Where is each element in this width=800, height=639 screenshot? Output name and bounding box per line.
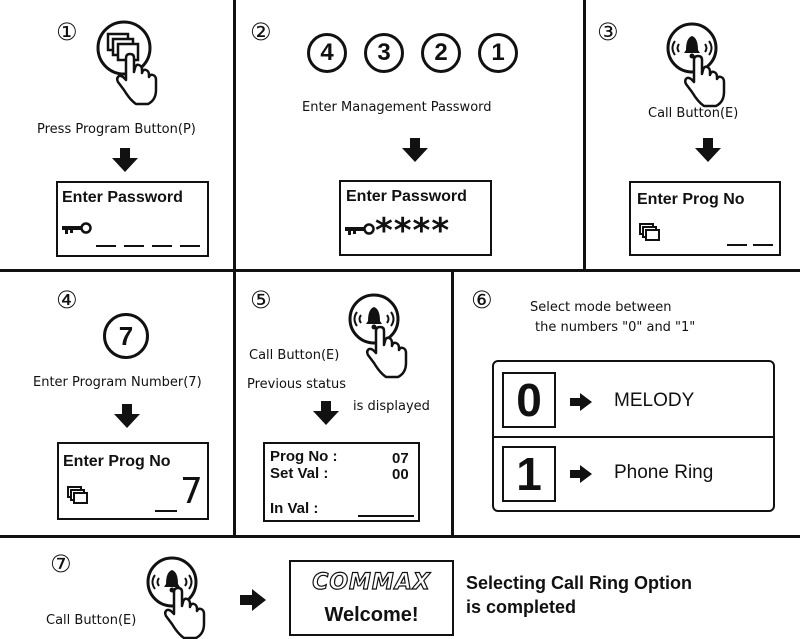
arrow-down-icon bbox=[114, 404, 140, 428]
divider bbox=[583, 0, 586, 270]
program-icon bbox=[67, 486, 88, 504]
digit-button: 2 bbox=[421, 33, 461, 73]
input-placeholder bbox=[155, 510, 177, 512]
call-button-icon bbox=[348, 293, 408, 379]
lcd-display: Enter Prog No 7 bbox=[57, 442, 209, 520]
mode-selection-panel: 0 MELODY 1 Phone Ring bbox=[492, 360, 775, 512]
arrow-right-icon bbox=[240, 589, 266, 611]
input-placeholder bbox=[727, 244, 747, 246]
lcd-display: Enter Password **** bbox=[339, 180, 492, 256]
digit-button: 4 bbox=[307, 33, 347, 73]
step-caption: Previous status bbox=[247, 377, 347, 392]
call-button-icon bbox=[666, 22, 726, 108]
divider bbox=[0, 535, 800, 538]
digit-button: 1 bbox=[478, 33, 518, 73]
step-number: ③ bbox=[597, 18, 619, 46]
mode-label: MELODY bbox=[614, 390, 695, 411]
step-caption: Enter Management Password bbox=[302, 100, 492, 115]
step-caption: is displayed bbox=[353, 399, 430, 414]
step-number: ④ bbox=[56, 286, 78, 314]
lcd-title: Enter Password bbox=[62, 189, 183, 206]
brand-logo: COMMAX bbox=[312, 569, 431, 595]
input-placeholder bbox=[180, 245, 200, 247]
step-caption: Call Button(E) bbox=[46, 613, 137, 628]
step-caption: Call Button(E) bbox=[249, 348, 340, 363]
lcd-title: Enter Prog No bbox=[63, 453, 171, 470]
program-icon bbox=[639, 223, 660, 241]
step-number: ⑤ bbox=[250, 286, 272, 314]
mode-digit-box: 0 bbox=[502, 372, 556, 428]
lcd-title: Enter Password bbox=[346, 188, 467, 205]
input-placeholder bbox=[358, 515, 414, 517]
divider bbox=[0, 269, 800, 272]
mode-label: Phone Ring bbox=[614, 462, 714, 483]
set-val-label: Set Val : bbox=[270, 465, 329, 482]
step-caption: Select mode between bbox=[530, 300, 672, 315]
in-val-label: In Val : bbox=[270, 500, 319, 517]
digit-button: 7 bbox=[103, 313, 149, 359]
digit-button: 3 bbox=[364, 33, 404, 73]
arrow-down-icon bbox=[313, 401, 339, 425]
step-number: ⑥ bbox=[471, 286, 493, 314]
program-number-value: 7 bbox=[180, 471, 203, 512]
step-number: ② bbox=[250, 18, 272, 46]
lcd-display: Enter Password bbox=[56, 181, 209, 257]
step-number: ⑦ bbox=[50, 550, 72, 578]
step-caption: Call Button(E) bbox=[648, 106, 739, 121]
step-caption: the numbers "0" and "1" bbox=[535, 320, 696, 335]
result-text: Selecting Call Ring Option bbox=[466, 573, 693, 593]
step-caption: Enter Program Number(7) bbox=[33, 375, 202, 390]
call-button-icon bbox=[146, 556, 206, 639]
lcd-display: Enter Prog No bbox=[629, 181, 781, 256]
arrow-down-icon bbox=[112, 148, 138, 172]
result-text: is completed bbox=[466, 597, 577, 617]
key-icon bbox=[345, 223, 375, 235]
key-icon bbox=[62, 222, 92, 234]
divider bbox=[233, 0, 236, 270]
arrow-right-icon bbox=[570, 393, 592, 411]
step-number: ① bbox=[56, 18, 78, 46]
input-placeholder bbox=[152, 245, 172, 247]
input-placeholder bbox=[96, 245, 116, 247]
mode-digit-box: 1 bbox=[502, 446, 556, 502]
program-button-icon bbox=[96, 20, 158, 106]
arrow-down-icon bbox=[402, 138, 428, 162]
welcome-text: Welcome! bbox=[324, 604, 419, 626]
arrow-down-icon bbox=[695, 138, 721, 162]
divider bbox=[451, 270, 454, 537]
input-placeholder bbox=[124, 245, 144, 247]
divider bbox=[233, 270, 236, 537]
welcome-display: COMMAX Welcome! bbox=[289, 560, 454, 636]
set-val-value: 00 bbox=[392, 466, 409, 483]
lcd-title: Enter Prog No bbox=[637, 191, 745, 208]
prog-no-value: 07 bbox=[392, 450, 409, 467]
step-caption: Press Program Button(P) bbox=[37, 122, 196, 137]
prog-no-label: Prog No : bbox=[270, 448, 338, 465]
divider bbox=[494, 436, 773, 438]
input-placeholder bbox=[753, 244, 773, 246]
lcd-display: Prog No : 07 Set Val : 00 In Val : bbox=[263, 442, 420, 522]
arrow-right-icon bbox=[570, 465, 592, 483]
password-mask: **** bbox=[375, 211, 451, 251]
